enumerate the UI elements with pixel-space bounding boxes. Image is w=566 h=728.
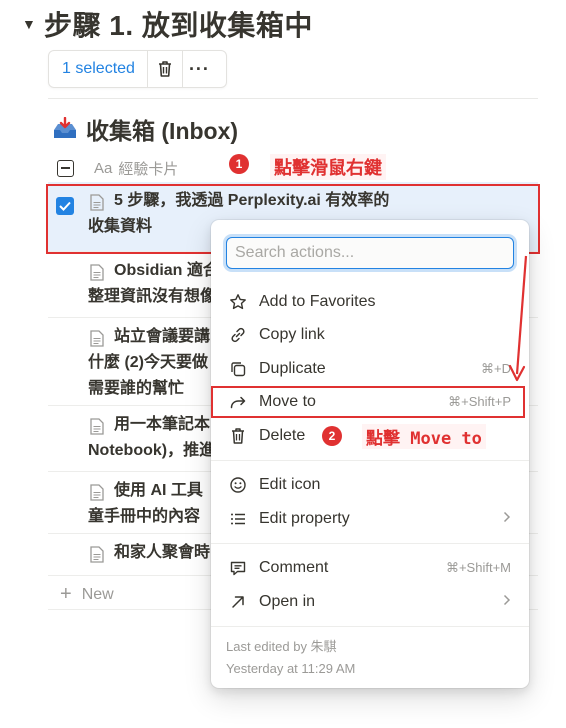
menu-item-open-in[interactable]: Open in — [217, 586, 523, 618]
select-all-checkbox[interactable] — [57, 159, 74, 177]
page-icon — [90, 418, 104, 435]
menu-item-label: Edit property — [259, 510, 350, 527]
list-icon — [227, 508, 249, 530]
step-1-annotation: 點擊滑鼠右鍵 — [270, 154, 386, 180]
shortcut-hint: ⌘+D — [481, 361, 511, 376]
title-property-icon: Aa — [94, 159, 113, 177]
database-name: 收集箱 (Inbox) — [86, 118, 239, 144]
trash-icon — [158, 61, 171, 77]
menu-footer: Last edited by 朱騏 Yesterday at 11:29 AM — [226, 636, 355, 680]
page-icon — [90, 484, 104, 501]
menu-divider — [211, 543, 529, 544]
chevron-right-icon — [503, 593, 511, 611]
selection-toolbar: 1 selected ··· — [48, 50, 227, 88]
link-icon — [227, 324, 249, 346]
trash-icon — [227, 425, 249, 447]
menu-item-label: Add to Favorites — [259, 293, 376, 310]
column-header-name[interactable]: 經驗卡片 — [118, 158, 178, 179]
menu-item-label: Comment — [259, 559, 329, 576]
page-icon — [90, 330, 104, 347]
last-edited-by: Last edited by 朱騏 — [226, 639, 337, 654]
section-heading: ▼ 步驟 1. 放到收集箱中 — [22, 4, 313, 44]
duplicate-icon — [227, 358, 249, 380]
comment-icon — [227, 557, 249, 579]
search-actions-input[interactable] — [227, 238, 513, 268]
last-edited-time: Yesterday at 11:29 AM — [226, 661, 356, 676]
menu-item-edit-property[interactable]: Edit property — [217, 503, 523, 535]
more-options-button[interactable]: ··· — [181, 51, 216, 87]
menu-item-label: Edit icon — [259, 476, 321, 493]
menu-item-label: Open in — [259, 593, 316, 610]
menu-item-duplicate[interactable]: Duplicate ⌘+D — [217, 353, 523, 385]
inbox-tray-icon — [54, 117, 76, 138]
menu-item-comment[interactable]: Comment ⌘+Shift+M — [217, 552, 523, 584]
step-2-annotation: 點擊 Move to — [362, 424, 486, 449]
plus-icon: + — [60, 583, 72, 605]
new-label: New — [81, 585, 114, 603]
search-actions-field[interactable] — [226, 237, 514, 269]
page-icon — [90, 264, 104, 281]
star-icon — [227, 291, 249, 313]
menu-item-copy-link[interactable]: Copy link — [217, 319, 523, 351]
database-title[interactable]: 收集箱 (Inbox) — [52, 112, 238, 146]
toggle-caret-icon[interactable]: ▼ — [22, 16, 44, 32]
divider — [48, 98, 538, 99]
move-to-highlight — [211, 386, 525, 418]
open-arrow-icon — [227, 591, 249, 613]
context-menu: Add to Favorites Copy link Duplicate ⌘+D… — [211, 220, 529, 688]
menu-divider — [211, 460, 529, 461]
chevron-right-icon — [503, 510, 511, 528]
menu-item-add-to-favorites[interactable]: Add to Favorites — [217, 286, 523, 318]
step-2-badge: 2 — [322, 426, 342, 446]
delete-selection-button[interactable] — [148, 51, 182, 87]
more-dots-icon: ··· — [188, 59, 210, 79]
shortcut-hint: ⌘+Shift+M — [445, 560, 511, 575]
menu-item-label: Duplicate — [259, 360, 326, 377]
page-title: 步驟 1. 放到收集箱中 — [44, 10, 313, 41]
menu-divider — [211, 626, 529, 627]
selected-count-button[interactable]: 1 selected — [49, 51, 148, 87]
smiley-icon — [227, 474, 249, 496]
menu-item-edit-icon[interactable]: Edit icon — [217, 469, 523, 501]
step-1-badge: 1 — [229, 154, 249, 174]
menu-item-label: Copy link — [259, 326, 325, 343]
page-icon — [90, 546, 104, 563]
